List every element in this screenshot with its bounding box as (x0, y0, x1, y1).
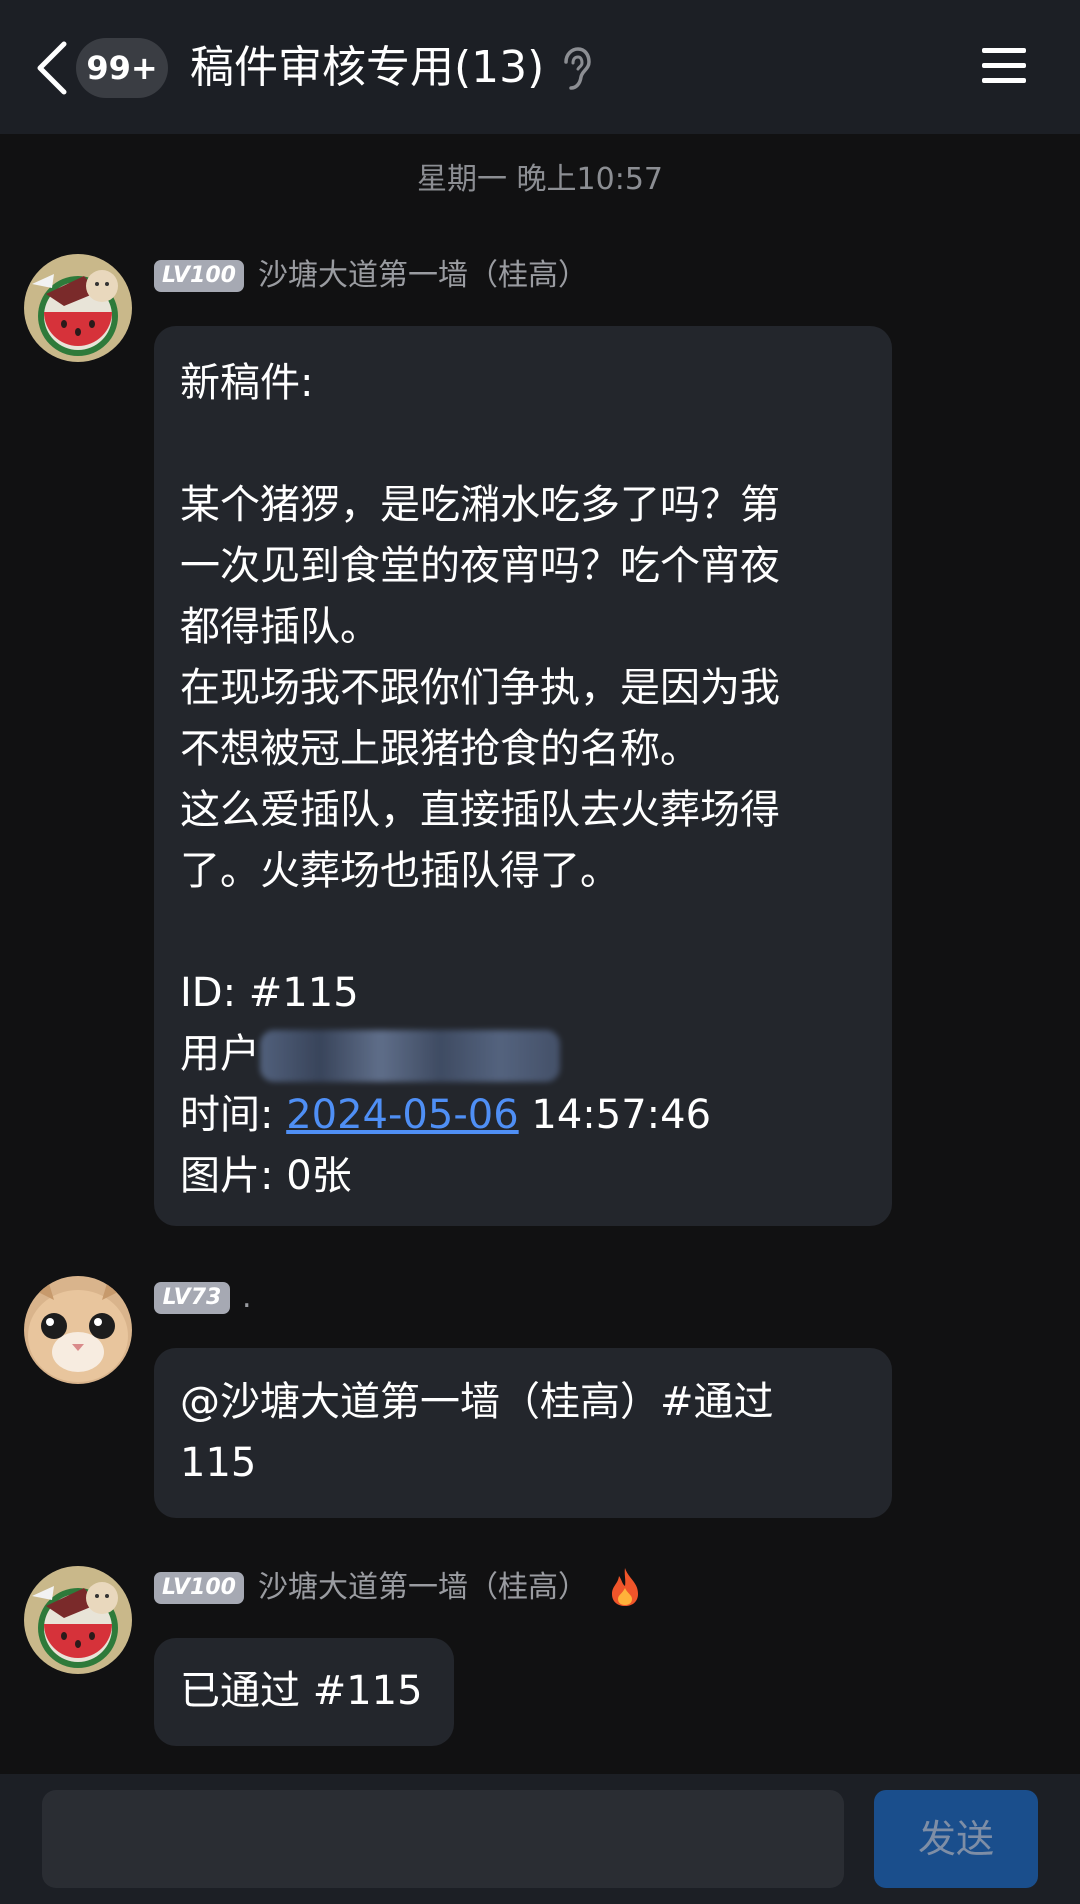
user-line: 用户 (180, 1024, 866, 1085)
images-line: 图片: 0张 (180, 1153, 352, 1199)
chat-title: 稿件审核专用(13) (190, 42, 545, 93)
message-line (180, 414, 866, 475)
time-clock: 14:57:46 (518, 1092, 712, 1138)
level-badge: LV100 (154, 260, 244, 292)
message-line: 都得插队。 (180, 604, 380, 650)
message-bubble[interactable]: 已通过 #115 (154, 1638, 454, 1746)
message-line (180, 902, 866, 963)
message-input[interactable] (42, 1790, 844, 1888)
message-line: 这么爱插队，直接插队去火葬场得 (180, 787, 780, 833)
watermelon-cat-avatar-icon (24, 254, 132, 362)
level-badge: LV73 (154, 1282, 230, 1314)
sender-name[interactable]: 沙塘大道第一墙（桂高） (258, 256, 588, 296)
level-badge: LV100 (154, 1572, 244, 1604)
message-timestamp: 星期一 晚上10:57 (417, 162, 663, 197)
redacted-username (260, 1030, 560, 1082)
watermelon-cat-avatar-icon (24, 1566, 132, 1674)
avatar[interactable] (24, 254, 132, 362)
unread-count-badge[interactable]: 99+ (76, 38, 168, 98)
message-line: 不想被冠上跟猪抢食的名称。 (180, 726, 700, 772)
message-input-bar: 发送 (0, 1774, 1080, 1904)
cat-face-avatar-icon (24, 1276, 132, 1384)
user-label: 用户 (180, 1031, 260, 1077)
send-button[interactable]: 发送 (874, 1790, 1038, 1888)
chat-header: 99+ 稿件审核专用(13) (0, 0, 1080, 134)
avatar[interactable] (24, 1566, 132, 1674)
avatar[interactable] (24, 1276, 132, 1384)
date-link[interactable]: 2024-05-06 (286, 1092, 518, 1138)
message-line: 了。火葬场也插队得了。 (180, 848, 620, 894)
message-line: ID: #115 (180, 970, 359, 1016)
message-bubble[interactable]: @沙塘大道第一墙（桂高）#通过 115 (154, 1348, 892, 1518)
message-line: 115 (180, 1440, 257, 1486)
message-line: 在现场我不跟你们争执，是因为我 (180, 665, 780, 711)
message-line: @沙塘大道第一墙（桂高）#通过 (180, 1379, 774, 1425)
ear-icon[interactable] (560, 46, 592, 92)
message-line: 新稿件: (180, 360, 314, 406)
message-bubble[interactable]: 新稿件: 某个猪猡，是吃潲水吃多了吗？第 一次见到食堂的夜宵吗？吃个宵夜 都得插… (154, 326, 892, 1226)
hamburger-menu-icon[interactable] (980, 44, 1028, 88)
message-line: 已通过 #115 (180, 1668, 423, 1714)
time-label: 时间: (180, 1092, 287, 1138)
message-line: 一次见到食堂的夜宵吗？吃个宵夜 (180, 543, 780, 589)
chevron-left-icon[interactable] (34, 40, 70, 96)
message-line: 某个猪猡，是吃潲水吃多了吗？第 (180, 482, 780, 528)
sender-name[interactable]: . (242, 1278, 252, 1318)
sender-name[interactable]: 沙塘大道第一墙（桂高） (258, 1568, 588, 1608)
time-line: 时间: 2024-05-06 14:57:46 (180, 1085, 866, 1146)
fire-icon (612, 1568, 638, 1606)
